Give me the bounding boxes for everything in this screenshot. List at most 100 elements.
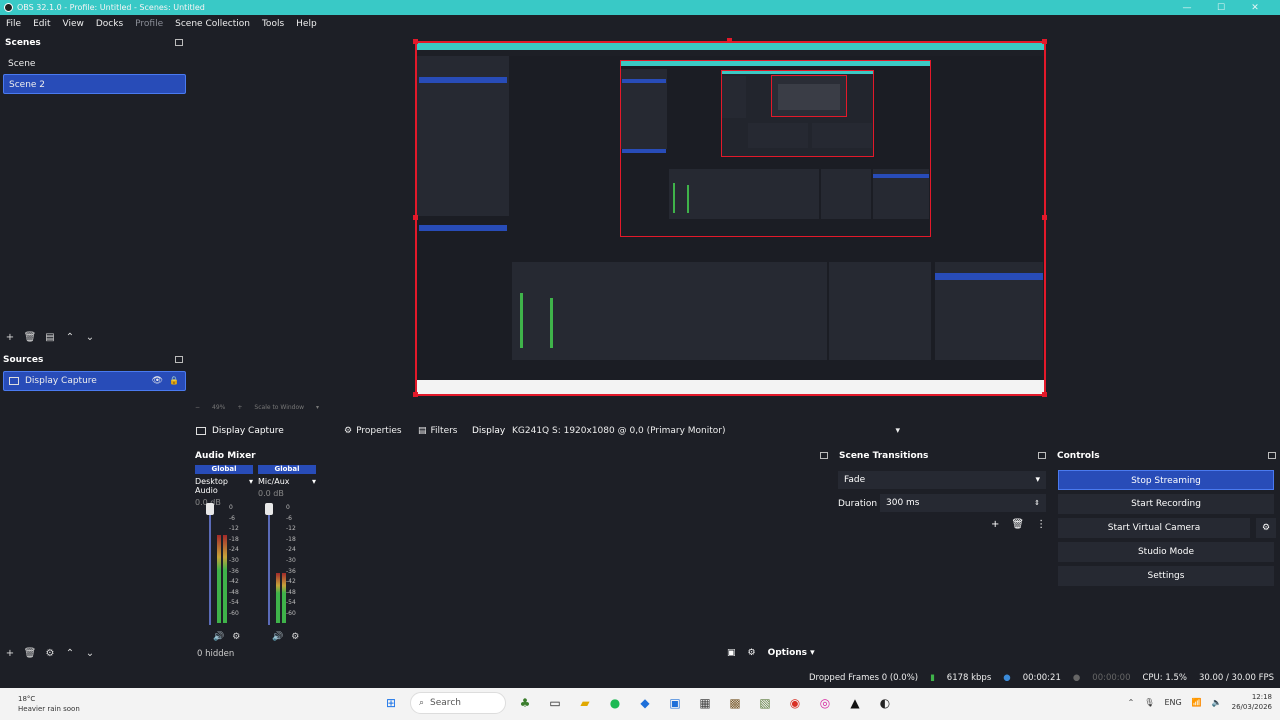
- language-indicator[interactable]: ENG: [1164, 698, 1181, 707]
- transform-handle[interactable]: [413, 392, 418, 397]
- transform-handle[interactable]: [413, 215, 418, 220]
- properties-button[interactable]: ⚙ Properties: [338, 426, 408, 436]
- undock-icon[interactable]: [175, 356, 183, 363]
- clock[interactable]: 12:18 26/03/2026: [1232, 692, 1272, 712]
- menu-profile[interactable]: Profile: [129, 19, 169, 29]
- display-label: Display: [472, 426, 506, 436]
- meter-bar: [276, 573, 280, 623]
- chevron-down-icon[interactable]: ▾: [312, 477, 316, 486]
- layout-icon[interactable]: ▣: [727, 648, 736, 658]
- move-up-icon[interactable]: ⌃: [60, 648, 80, 659]
- add-transition-icon[interactable]: +: [991, 519, 999, 530]
- menu-file[interactable]: File: [0, 19, 27, 29]
- menu-edit[interactable]: Edit: [27, 19, 56, 29]
- weather-widget[interactable]: 18°C Heavier rain soon: [18, 694, 80, 714]
- volume-fader[interactable]: [206, 503, 214, 625]
- display-select[interactable]: KG241Q S: 1920x1080 @ 0,0 (Primary Monit…: [506, 423, 906, 439]
- spotify-icon[interactable]: ●: [604, 692, 626, 714]
- menu-docks[interactable]: Docks: [90, 19, 129, 29]
- undock-icon[interactable]: [175, 39, 183, 46]
- undock-icon[interactable]: [1038, 452, 1046, 459]
- obs-taskbar-icon[interactable]: ◐: [874, 692, 896, 714]
- tray-chevron-icon[interactable]: ⌃: [1128, 698, 1135, 707]
- status-bar: Dropped Frames 0 (0.0%) ▮ 6178 kbps ● 00…: [0, 670, 1280, 686]
- close-button[interactable]: ✕: [1238, 3, 1272, 13]
- game-icon[interactable]: ▩: [724, 692, 746, 714]
- source-item[interactable]: Display Capture 👁 🔒: [3, 371, 186, 391]
- transform-handle[interactable]: [1042, 39, 1047, 44]
- add-source-icon[interactable]: +: [0, 648, 20, 659]
- menu-help[interactable]: Help: [290, 19, 323, 29]
- remove-source-icon[interactable]: 🗑: [20, 648, 40, 659]
- calculator-icon[interactable]: ▦: [694, 692, 716, 714]
- transform-handle[interactable]: [727, 38, 732, 43]
- stop-streaming-button[interactable]: Stop Streaming: [1058, 470, 1274, 490]
- options-button[interactable]: Options ▾: [768, 648, 815, 658]
- settings-icon[interactable]: ⚙: [291, 632, 299, 642]
- epic-icon[interactable]: ▲: [844, 692, 866, 714]
- volume-fader[interactable]: [265, 503, 273, 625]
- transform-handle[interactable]: [1042, 392, 1047, 397]
- maximize-button[interactable]: ☐: [1204, 3, 1238, 13]
- file-icon[interactable]: ▭: [544, 692, 566, 714]
- add-scene-icon[interactable]: +: [0, 332, 20, 343]
- duration-label: Duration: [838, 499, 878, 509]
- transition-select[interactable]: Fade ▾: [838, 471, 1046, 489]
- filters-button[interactable]: ▤ Filters: [412, 426, 464, 436]
- folder-icon[interactable]: ▰: [574, 692, 596, 714]
- transform-handle[interactable]: [413, 39, 418, 44]
- lock-icon[interactable]: 🔒: [169, 371, 179, 391]
- scene-item-selected[interactable]: Scene 2: [3, 74, 186, 94]
- start-icon[interactable]: ⊞: [380, 692, 402, 714]
- start-recording-button[interactable]: Start Recording: [1058, 494, 1274, 514]
- duration-input[interactable]: 300 ms ⇕: [880, 494, 1046, 512]
- app-icon[interactable]: ◆: [634, 692, 656, 714]
- transform-handle[interactable]: [1042, 215, 1047, 220]
- minecraft-icon[interactable]: ▧: [754, 692, 776, 714]
- zoom-out-icon[interactable]: −: [195, 404, 200, 411]
- settings-icon[interactable]: ⚙: [232, 632, 240, 642]
- filter-scene-icon[interactable]: ▤: [40, 332, 60, 343]
- remove-transition-icon[interactable]: 🗑: [1011, 519, 1024, 530]
- minimize-button[interactable]: —: [1170, 3, 1204, 13]
- widgets-icon[interactable]: ♣: [514, 692, 536, 714]
- undock-icon[interactable]: [1268, 452, 1276, 459]
- menu-view[interactable]: View: [57, 19, 90, 29]
- move-down-icon[interactable]: ⌄: [80, 648, 100, 659]
- volume-icon[interactable]: 🔈: [1212, 698, 1222, 707]
- remove-scene-icon[interactable]: 🗑: [20, 332, 40, 343]
- fader-knob[interactable]: [206, 503, 214, 515]
- gear-icon[interactable]: ⚙: [40, 648, 60, 659]
- speaker-icon[interactable]: 🔊: [272, 632, 283, 642]
- move-down-icon[interactable]: ⌄: [80, 332, 100, 343]
- scale-mode[interactable]: Scale to Window: [254, 404, 304, 411]
- settings-button[interactable]: Settings: [1058, 566, 1274, 586]
- zoom-level: 49%: [212, 403, 226, 411]
- menu-scene-collection[interactable]: Scene Collection: [169, 19, 256, 29]
- chevron-down-icon[interactable]: ▾: [316, 404, 319, 411]
- undock-icon[interactable]: [820, 452, 828, 459]
- chevron-down-icon[interactable]: ▾: [249, 477, 253, 495]
- studio-mode-button[interactable]: Studio Mode: [1058, 542, 1274, 562]
- menu-tools[interactable]: Tools: [256, 19, 290, 29]
- chevron-down-icon: ▾: [1035, 475, 1040, 485]
- speaker-icon[interactable]: 🔊: [213, 632, 224, 642]
- start-virtual-camera-button[interactable]: Start Virtual Camera: [1058, 518, 1250, 538]
- more-icon[interactable]: ⋮: [1036, 519, 1046, 530]
- move-up-icon[interactable]: ⌃: [60, 332, 80, 343]
- chrome-icon[interactable]: ◉: [784, 692, 806, 714]
- eye-icon[interactable]: 👁: [152, 371, 163, 391]
- mic-icon[interactable]: 🎙: [1144, 698, 1154, 707]
- mixer-settings-icon[interactable]: ⚙: [748, 648, 756, 658]
- store-icon[interactable]: ▣: [664, 692, 686, 714]
- spin-arrows-icon[interactable]: ⇕: [1034, 499, 1040, 507]
- wifi-icon[interactable]: 📶: [1192, 698, 1202, 707]
- scene-item[interactable]: Scene: [3, 54, 186, 74]
- instagram-icon[interactable]: ◎: [814, 692, 836, 714]
- virtual-camera-settings-icon[interactable]: ⚙: [1256, 518, 1276, 538]
- zoom-in-icon[interactable]: +: [237, 404, 242, 411]
- fader-knob[interactable]: [265, 503, 273, 515]
- mixer-channel-mic: Global Mic/Aux ▾ 0.0 dB 0 -6 -12 -18 -24 -30 -3…: [258, 465, 316, 650]
- search-box[interactable]: ⌕ Search: [410, 692, 506, 714]
- audio-mixer-dock: Audio Mixer Global Desktop Audio ▾ 0.0 dB…: [192, 448, 832, 664]
